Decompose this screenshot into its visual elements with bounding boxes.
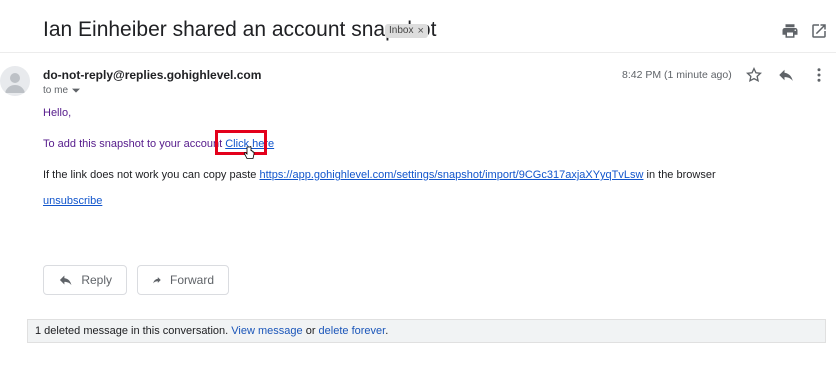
reply-button[interactable]: Reply (43, 265, 127, 295)
email-subject: Ian Einheiber shared an account snapshot (43, 18, 437, 41)
copy-paste-suffix: in the browser (646, 169, 716, 181)
unsubscribe-line: unsubscribe (43, 195, 102, 207)
forward-button-label: Forward (169, 273, 214, 287)
reply-button-label: Reply (81, 273, 112, 287)
hand-cursor-icon (243, 146, 255, 160)
sender-address: do-not-reply@replies.gohighlevel.com (43, 68, 262, 82)
delete-forever-link[interactable]: delete forever (319, 325, 386, 337)
greeting: Hello, (43, 107, 72, 119)
open-in-new-window-icon[interactable] (810, 22, 828, 40)
snapshot-import-url-link[interactable]: https://app.gohighlevel.com/settings/sna… (259, 169, 643, 181)
deleted-message-text: 1 deleted message in this conversation. (35, 325, 229, 337)
view-message-link[interactable]: View message (231, 325, 302, 337)
avatar-icon (0, 66, 30, 96)
deleted-messages-bar: 1 deleted message in this conversation. … (27, 319, 826, 343)
copy-paste-instruction: If the link does not work you can copy p… (43, 169, 716, 181)
star-icon[interactable] (745, 66, 763, 84)
forward-icon (153, 277, 161, 284)
recipient-details-toggle[interactable]: to me (43, 85, 81, 96)
chevron-down-icon (72, 88, 81, 93)
subject-bar: Ian Einheiber shared an account snapshot… (0, 0, 836, 53)
inbox-label-chip[interactable]: Inbox × (385, 24, 428, 38)
inbox-label-text: Inbox (389, 25, 414, 36)
reply-icon (59, 275, 72, 286)
message-time: 8:42 PM (1 minute ago) (622, 69, 732, 81)
copy-paste-prefix: If the link does not work you can copy p… (43, 169, 257, 181)
print-icon[interactable] (781, 22, 799, 40)
or-text: or (305, 325, 316, 337)
period-text: . (385, 325, 389, 337)
remove-label-button[interactable]: × (417, 24, 423, 38)
instruction-text: To add this snapshot to your account (43, 138, 223, 150)
highlight-annotation-box (215, 130, 267, 155)
forward-button[interactable]: Forward (137, 265, 229, 295)
recipient-summary: to me (43, 85, 69, 96)
reply-icon[interactable] (777, 66, 795, 84)
more-vert-icon[interactable] (810, 66, 828, 84)
unsubscribe-link[interactable]: unsubscribe (43, 195, 102, 207)
